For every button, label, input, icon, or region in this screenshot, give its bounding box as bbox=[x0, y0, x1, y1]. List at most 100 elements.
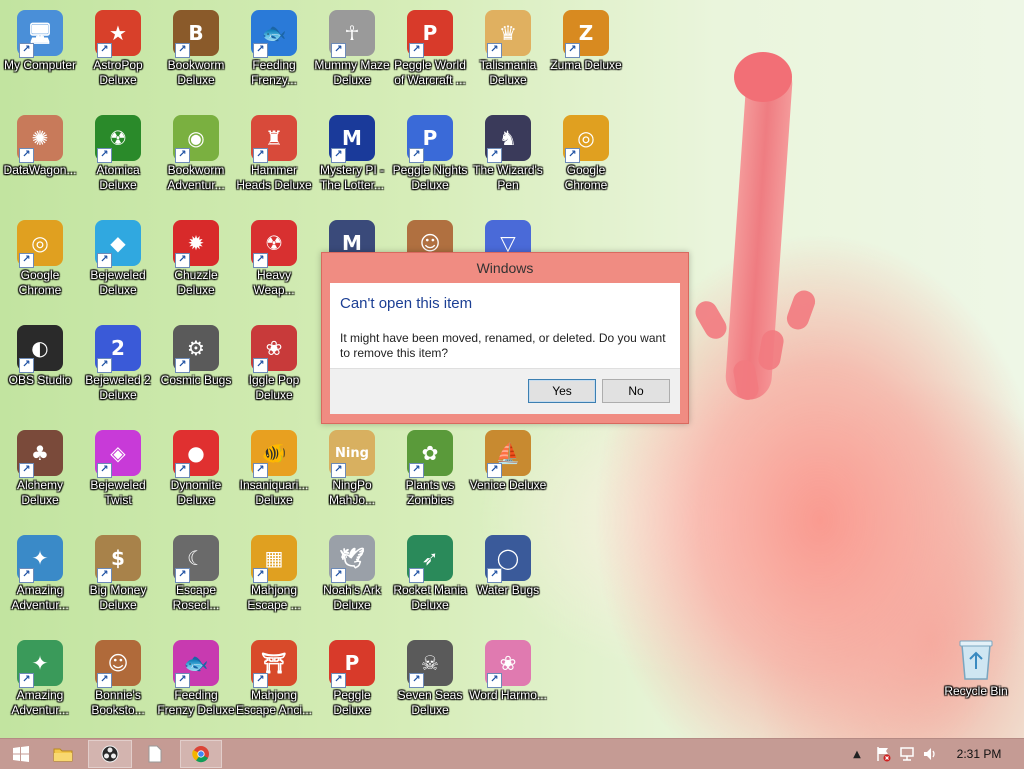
desktop-icon[interactable]: ✦ ↗ Amazing Adventur... bbox=[0, 636, 80, 736]
icon-glyph: ♣ bbox=[31, 441, 49, 465]
desktop-icon-label: Feeding Frenzy... bbox=[251, 58, 297, 87]
chrome-icon: ◎ ↗ bbox=[563, 115, 609, 163]
desktop-icon[interactable]: ♣ ↗ Alchemy Deluxe bbox=[0, 426, 80, 526]
desktop-icon-label: Plants vs Zombies bbox=[405, 478, 455, 507]
tray-action-center[interactable] bbox=[872, 739, 894, 769]
desktop-icon-label: Mummy Maze Deluxe bbox=[314, 58, 390, 87]
shortcut-arrow-icon: ↗ bbox=[97, 43, 112, 58]
desktop-icon[interactable]: ◎ ↗ Google Chrome bbox=[0, 216, 80, 316]
shortcut-arrow-icon: ↗ bbox=[409, 148, 424, 163]
desktop-icon-label: Feeding Frenzy Deluxe bbox=[157, 688, 235, 717]
desktop-icon[interactable]: ◉ ↗ Bookworm Adventur... bbox=[156, 111, 236, 211]
desktop-icon[interactable]: ⚙ ↗ Cosmic Bugs bbox=[156, 321, 236, 421]
error-dialog[interactable]: Windows Can't open this item It might ha… bbox=[321, 252, 689, 424]
desktop-icon[interactable]: $ ↗ Big Money Deluxe bbox=[78, 531, 158, 631]
desktop-icon-label: Insaniquari... Deluxe bbox=[239, 478, 309, 507]
desktop-icon[interactable]: ➶ ↗ Rocket Mania Deluxe bbox=[390, 531, 470, 631]
desktop-icon[interactable]: ⛵ ↗ Venice Deluxe bbox=[468, 426, 548, 526]
astropop-icon: ★ ↗ bbox=[95, 10, 141, 58]
shortcut-arrow-icon: ↗ bbox=[97, 463, 112, 478]
desktop-icon[interactable]: ✹ ↗ Chuzzle Deluxe bbox=[156, 216, 236, 316]
shortcut-arrow-icon: ↗ bbox=[175, 148, 190, 163]
no-button[interactable]: No bbox=[602, 379, 670, 403]
bonnie-icon: ☺ ↗ bbox=[95, 640, 141, 688]
desktop-icon[interactable]: ✿ ↗ Plants vs Zombies bbox=[390, 426, 470, 526]
desktop-icon-label: Bejeweled Twist bbox=[90, 478, 146, 507]
start-button[interactable] bbox=[2, 740, 40, 768]
desktop-icon[interactable]: ☥ ↗ Mummy Maze Deluxe bbox=[312, 6, 392, 106]
taskbar-chrome[interactable] bbox=[180, 740, 222, 768]
flower-anther bbox=[691, 297, 731, 343]
obs-icon: ◐ ↗ bbox=[17, 325, 63, 373]
desktop-icon[interactable]: ⛩ ↗ Mahjong Escape Anci... bbox=[234, 636, 314, 736]
desktop-icon[interactable]: Ning ↗ NingPo MahJo... bbox=[312, 426, 392, 526]
desktop-icon[interactable]: 🐟 ↗ Feeding Frenzy... bbox=[234, 6, 314, 106]
tray-chevron[interactable]: ▲ bbox=[848, 739, 866, 769]
icon-glyph: 2 bbox=[111, 336, 125, 360]
mummy-icon: ☥ ↗ bbox=[329, 10, 375, 58]
dialog-title: Windows bbox=[476, 260, 534, 276]
desktop-icon[interactable]: M ↗ Mystery PI - The Lotter... bbox=[312, 111, 392, 211]
compass-icon: ✦ ↗ bbox=[17, 535, 63, 583]
icon-glyph: Ning bbox=[335, 445, 369, 461]
recycle-bin[interactable]: Recycle Bin bbox=[936, 632, 1016, 732]
desktop-icon[interactable]: P ↗ Peggle Deluxe bbox=[312, 636, 392, 736]
icon-glyph: Z bbox=[578, 21, 594, 45]
desktop-icon[interactable]: 🖥 ↗ My Computer bbox=[0, 6, 80, 106]
icon-glyph: ✦ bbox=[31, 651, 49, 675]
desktop-icon-label: Google Chrome bbox=[564, 163, 608, 192]
desktop-icon[interactable]: ✺ ↗ DataWagon... bbox=[0, 111, 80, 211]
desktop-icon[interactable]: ♛ ↗ Talismania Deluxe bbox=[468, 6, 548, 106]
desktop-icon[interactable]: ♜ ↗ Hammer Heads Deluxe bbox=[234, 111, 314, 211]
desktop-icon[interactable]: B ↗ Bookworm Deluxe bbox=[156, 6, 236, 106]
taskbar-obs[interactable] bbox=[88, 740, 132, 768]
shortcut-arrow-icon: ↗ bbox=[175, 463, 190, 478]
shortcut-arrow-icon: ↗ bbox=[253, 463, 268, 478]
desktop-icon[interactable]: 2 ↗ Bejeweled 2 Deluxe bbox=[78, 321, 158, 421]
desktop-icon[interactable]: ☢ ↗ Atomica Deluxe bbox=[78, 111, 158, 211]
desktop-icon[interactable]: P ↗ Peggle World of Warcraft ... bbox=[390, 6, 470, 106]
desktop-icon[interactable]: ◯ ↗ Water Bugs bbox=[468, 531, 548, 631]
atomica-icon: ☢ ↗ bbox=[95, 115, 141, 163]
desktop-icon[interactable]: ★ ↗ AstroPop Deluxe bbox=[78, 6, 158, 106]
desktop-icon[interactable]: 🕊 ↗ Noah's Ark Deluxe bbox=[312, 531, 392, 631]
bookworm-adventures-icon: ◉ ↗ bbox=[173, 115, 219, 163]
desktop-icon[interactable]: ● ↗ Dynomite Deluxe bbox=[156, 426, 236, 526]
icon-glyph: ♞ bbox=[499, 126, 517, 150]
egg-icon: ● ↗ bbox=[173, 430, 219, 478]
desktop-icon[interactable]: ❀ ↗ Word Harmo... bbox=[468, 636, 548, 736]
desktop-icon[interactable]: ◆ ↗ Bejeweled Deluxe bbox=[78, 216, 158, 316]
desktop-icon[interactable]: Z ↗ Zuma Deluxe bbox=[546, 6, 626, 106]
desktop-icon[interactable]: ☠ ↗ Seven Seas Deluxe bbox=[390, 636, 470, 736]
chevron-up-icon: ▲ bbox=[853, 748, 861, 760]
desktop-icon[interactable]: ☺ ↗ Bonnie's Booksto... bbox=[78, 636, 158, 736]
recycle-bin-icon bbox=[953, 636, 999, 682]
talismania-icon: ♛ ↗ bbox=[485, 10, 531, 58]
desktop-icon[interactable]: P ↗ Peggle Nights Deluxe bbox=[390, 111, 470, 211]
desktop-icon[interactable]: ☢ ↗ Heavy Weap... bbox=[234, 216, 314, 316]
desktop-icon[interactable]: ♞ ↗ The Wizard's Pen bbox=[468, 111, 548, 211]
desktop-icon[interactable]: 🐠 ↗ Insaniquari... Deluxe bbox=[234, 426, 314, 526]
alchemy-icon: ♣ ↗ bbox=[17, 430, 63, 478]
moon-icon: ☾ ↗ bbox=[173, 535, 219, 583]
desktop-icon[interactable]: 🐟 ↗ Feeding Frenzy Deluxe bbox=[156, 636, 236, 736]
desktop-icon[interactable]: ✦ ↗ Amazing Adventur... bbox=[0, 531, 80, 631]
tray-network[interactable] bbox=[896, 739, 918, 769]
shortcut-arrow-icon: ↗ bbox=[19, 673, 34, 688]
desktop-icon[interactable]: ☾ ↗ Escape Rosecl... bbox=[156, 531, 236, 631]
icon-glyph: ◐ bbox=[31, 336, 49, 360]
yes-button[interactable]: Yes bbox=[528, 379, 596, 403]
desktop-icon[interactable]: ❀ ↗ Iggle Pop Deluxe bbox=[234, 321, 314, 421]
taskbar-clock[interactable]: 2:31 PM bbox=[944, 739, 1014, 769]
desktop-icon[interactable]: ◈ ↗ Bejeweled Twist bbox=[78, 426, 158, 526]
icon-glyph: ☠ bbox=[421, 651, 439, 675]
taskbar-notepad[interactable] bbox=[136, 740, 174, 768]
plant-icon: ✿ ↗ bbox=[407, 430, 453, 478]
tray-volume[interactable] bbox=[920, 739, 940, 769]
taskbar-file-explorer[interactable] bbox=[44, 740, 82, 768]
desktop-icon[interactable]: ◎ ↗ Google Chrome bbox=[546, 111, 626, 211]
icon-glyph: ♛ bbox=[499, 21, 517, 45]
desktop-icon[interactable]: ▦ ↗ Mahjong Escape ... bbox=[234, 531, 314, 631]
desktop-icon[interactable]: ◐ ↗ OBS Studio bbox=[0, 321, 80, 421]
icon-glyph: 🖥 bbox=[27, 21, 53, 45]
